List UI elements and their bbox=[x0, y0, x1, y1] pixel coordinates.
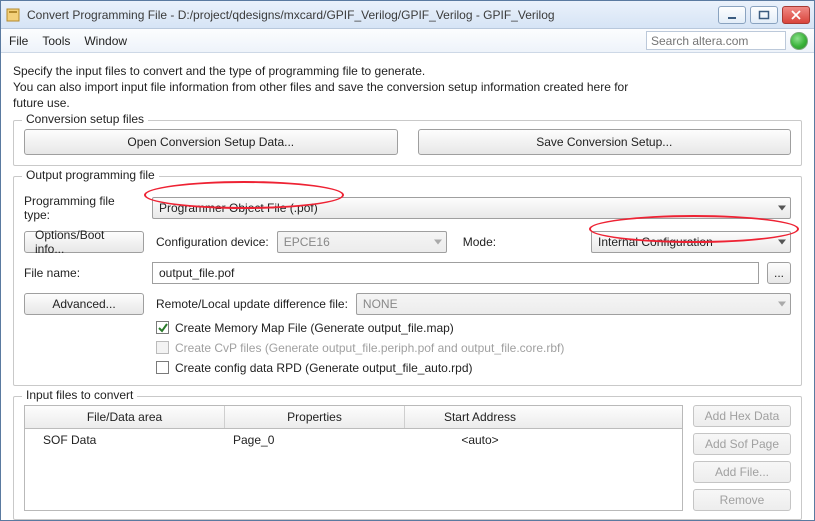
chevron-down-icon bbox=[434, 239, 442, 244]
mode-select[interactable]: Internal Configuration bbox=[591, 231, 791, 253]
th-properties[interactable]: Properties bbox=[225, 406, 405, 428]
chevron-down-icon bbox=[778, 301, 786, 306]
group-legend: Output programming file bbox=[22, 168, 159, 182]
input-files-table[interactable]: File/Data area Properties Start Address … bbox=[24, 405, 683, 511]
table-header: File/Data area Properties Start Address bbox=[25, 406, 682, 429]
checkbox-label: Create config data RPD (Generate output_… bbox=[175, 361, 473, 375]
th-start-address[interactable]: Start Address bbox=[405, 406, 555, 428]
programming-file-type-label: Programming file type: bbox=[24, 194, 144, 222]
group-legend: Conversion setup files bbox=[22, 112, 148, 126]
search-container bbox=[646, 31, 808, 50]
group-input-files: Input files to convert File/Data area Pr… bbox=[13, 396, 802, 520]
close-button[interactable] bbox=[782, 6, 810, 24]
menu-window[interactable]: Window bbox=[84, 34, 127, 48]
checkbox-config-rpd[interactable]: Create config data RPD (Generate output_… bbox=[156, 361, 791, 375]
td-file-data: SOF Data bbox=[25, 429, 225, 451]
window-buttons bbox=[718, 6, 810, 24]
browse-button[interactable]: ... bbox=[767, 262, 791, 284]
globe-icon[interactable] bbox=[790, 32, 808, 50]
content: Specify the input files to convert and t… bbox=[1, 53, 814, 520]
minimize-button[interactable] bbox=[718, 6, 746, 24]
group-conversion-setup: Conversion setup files Open Conversion S… bbox=[13, 120, 802, 166]
select-value: EPCE16 bbox=[284, 235, 330, 249]
menubar: File Tools Window bbox=[1, 29, 814, 53]
checkbox-label: Create Memory Map File (Generate output_… bbox=[175, 321, 454, 335]
th-file-data[interactable]: File/Data area bbox=[25, 406, 225, 428]
file-name-input[interactable] bbox=[152, 262, 759, 284]
app-icon bbox=[5, 7, 21, 23]
menu-tools[interactable]: Tools bbox=[42, 34, 70, 48]
titlebar: Convert Programming File - D:/project/qd… bbox=[1, 1, 814, 29]
add-hex-data-button: Add Hex Data bbox=[693, 405, 791, 427]
remove-button: Remove bbox=[693, 489, 791, 511]
checkbox-icon[interactable] bbox=[156, 321, 169, 334]
table-button-column: Add Hex Data Add Sof Page Add File... Re… bbox=[693, 405, 791, 511]
search-input[interactable] bbox=[646, 31, 786, 50]
chevron-down-icon bbox=[778, 205, 786, 210]
maximize-button[interactable] bbox=[750, 6, 778, 24]
open-conversion-setup-button[interactable]: Open Conversion Setup Data... bbox=[24, 129, 398, 155]
options-boot-info-button[interactable]: Options/Boot info... bbox=[24, 231, 144, 253]
save-conversion-setup-button[interactable]: Save Conversion Setup... bbox=[418, 129, 792, 155]
checkbox-cvp-files: Create CvP files (Generate output_file.p… bbox=[156, 341, 791, 355]
file-name-label: File name: bbox=[24, 266, 144, 280]
add-sof-page-button: Add Sof Page bbox=[693, 433, 791, 455]
select-value: NONE bbox=[363, 297, 398, 311]
add-file-button: Add File... bbox=[693, 461, 791, 483]
checkbox-label: Create CvP files (Generate output_file.p… bbox=[175, 341, 564, 355]
menu-file[interactable]: File bbox=[9, 34, 28, 48]
window-title: Convert Programming File - D:/project/qd… bbox=[27, 8, 555, 22]
td-start-address: <auto> bbox=[405, 429, 555, 451]
intro-line: future use. bbox=[13, 95, 802, 111]
select-value: Programmer Object File (.pof) bbox=[159, 201, 318, 215]
programming-file-type-select[interactable]: Programmer Object File (.pof) bbox=[152, 197, 791, 219]
group-output-programming-file: Output programming file Programming file… bbox=[13, 176, 802, 386]
checkbox-icon[interactable] bbox=[156, 361, 169, 374]
td-properties: Page_0 bbox=[225, 429, 405, 451]
remote-local-label: Remote/Local update difference file: bbox=[156, 297, 348, 311]
configuration-device-label: Configuration device: bbox=[156, 235, 269, 249]
group-legend: Input files to convert bbox=[22, 388, 137, 402]
chevron-down-icon bbox=[778, 239, 786, 244]
intro-line: You can also import input file informati… bbox=[13, 79, 802, 95]
table-row[interactable]: SOF Data Page_0 <auto> bbox=[25, 429, 682, 451]
app-window: Convert Programming File - D:/project/qd… bbox=[0, 0, 815, 521]
checkbox-icon bbox=[156, 341, 169, 354]
checkbox-memory-map[interactable]: Create Memory Map File (Generate output_… bbox=[156, 321, 791, 335]
mode-label: Mode: bbox=[463, 235, 496, 249]
select-value: Internal Configuration bbox=[598, 235, 713, 249]
intro-text: Specify the input files to convert and t… bbox=[13, 63, 802, 112]
remote-local-select: NONE bbox=[356, 293, 791, 315]
configuration-device-select[interactable]: EPCE16 bbox=[277, 231, 447, 253]
advanced-button[interactable]: Advanced... bbox=[24, 293, 144, 315]
intro-line: Specify the input files to convert and t… bbox=[13, 63, 802, 79]
